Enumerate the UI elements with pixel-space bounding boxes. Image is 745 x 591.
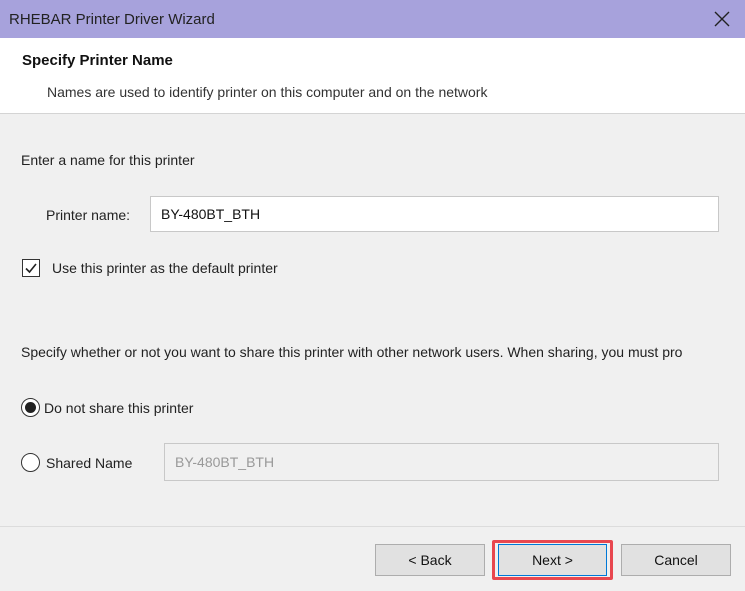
share-label[interactable]: Shared Name bbox=[46, 455, 132, 471]
share-description: Specify whether or not you want to share… bbox=[21, 344, 683, 360]
no-share-label[interactable]: Do not share this printer bbox=[44, 400, 193, 416]
window-title: RHEBAR Printer Driver Wizard bbox=[9, 11, 215, 28]
default-printer-checkbox[interactable] bbox=[22, 259, 40, 277]
printer-name-input[interactable]: BY-480BT_BTH bbox=[150, 196, 719, 232]
default-printer-label[interactable]: Use this printer as the default printer bbox=[52, 260, 278, 276]
printer-name-label: Printer name: bbox=[46, 207, 131, 223]
back-button[interactable]: < Back bbox=[375, 544, 485, 576]
radio-selected-dot bbox=[25, 402, 36, 413]
checkmark-icon bbox=[25, 263, 37, 274]
close-icon bbox=[714, 11, 730, 27]
next-button[interactable]: Next > bbox=[498, 544, 607, 576]
no-share-radio[interactable] bbox=[21, 398, 40, 417]
wizard-window: RHEBAR Printer Driver Wizard Specify Pri… bbox=[0, 0, 745, 591]
share-radio[interactable] bbox=[21, 453, 40, 472]
shared-name-input: BY-480BT_BTH bbox=[164, 443, 719, 481]
close-button[interactable] bbox=[699, 0, 745, 38]
wizard-content: Enter a name for this printer Printer na… bbox=[0, 115, 745, 526]
page-subtitle: Names are used to identify printer on th… bbox=[47, 84, 488, 100]
wizard-footer: < Back Next > Cancel bbox=[0, 526, 745, 591]
name-prompt: Enter a name for this printer bbox=[21, 152, 195, 168]
title-bar[interactable]: RHEBAR Printer Driver Wizard bbox=[0, 0, 745, 38]
page-title: Specify Printer Name bbox=[22, 52, 173, 69]
wizard-header: Specify Printer Name Names are used to i… bbox=[0, 38, 745, 114]
cancel-button[interactable]: Cancel bbox=[621, 544, 731, 576]
